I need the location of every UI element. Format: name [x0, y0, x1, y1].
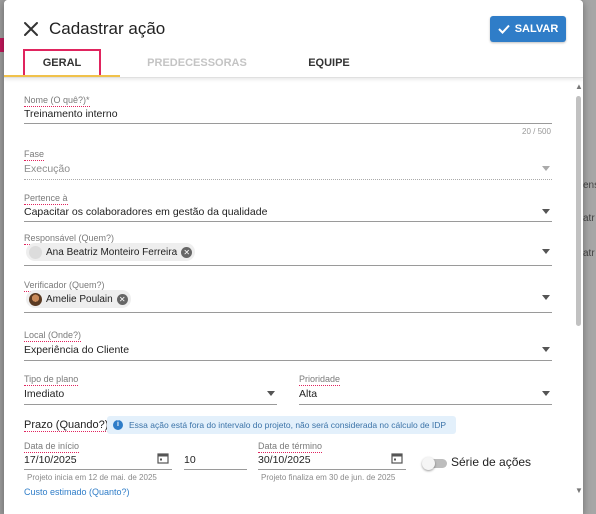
responsavel-chip[interactable]: Ana Beatriz Monteiro Ferreira ✕: [26, 243, 196, 261]
data-inicio-underline: [24, 469, 172, 470]
prioridade-select[interactable]: Alta: [299, 388, 317, 400]
nome-label: Nome (O quê?)*: [24, 95, 90, 107]
pertence-dropdown-icon[interactable]: [542, 209, 550, 214]
data-termino-underline: [258, 469, 406, 470]
remove-chip-icon[interactable]: ✕: [181, 246, 193, 258]
pertence-label: Pertence à: [24, 193, 68, 205]
remove-chip-icon[interactable]: ✕: [116, 293, 128, 305]
avatar: [29, 292, 42, 306]
tab-geral-label: GERAL: [22, 49, 102, 77]
check-icon: [497, 24, 510, 34]
verificador-dropdown-icon[interactable]: [542, 295, 550, 300]
info-icon: i: [113, 420, 123, 430]
tipo-plano-select[interactable]: Imediato: [24, 388, 64, 400]
serie-acoes-toggle[interactable]: [422, 457, 448, 470]
data-termino-label: Data de término: [258, 441, 323, 453]
avatar: [29, 245, 42, 259]
fase-label: Fase: [24, 149, 45, 161]
background-text: ensa: [583, 180, 596, 191]
tipo-plano-label: Tipo de plano: [24, 374, 79, 386]
responsavel-label: Responsável (Quem?): [24, 233, 115, 245]
calendar-icon[interactable]: [391, 452, 403, 464]
form-body: Nome (O quê?)* Treinamento interno 20 / …: [4, 78, 583, 514]
save-button-label: SALVAR: [514, 23, 559, 35]
nome-underline: [24, 123, 552, 124]
prazo-info-text: Essa ação está fora do intervalo do proj…: [129, 420, 447, 430]
custo-estimado-link[interactable]: Custo estimado (Quanto?): [24, 487, 130, 497]
prioridade-label: Prioridade: [299, 374, 341, 386]
scroll-up-icon[interactable]: ▲: [575, 82, 583, 91]
responsavel-chip-label: Ana Beatriz Monteiro Ferreira: [46, 246, 178, 258]
dialog-header: Cadastrar ação SALVAR GERAL PREDECESSORA…: [4, 0, 583, 78]
verificador-chip-label: Amelie Poulain: [46, 293, 113, 305]
background-text: atr: [583, 248, 595, 259]
fase-select[interactable]: Execução: [24, 163, 70, 175]
verificador-chip[interactable]: Amelie Poulain ✕: [26, 290, 131, 308]
fase-underline: [24, 179, 552, 180]
local-underline: [24, 360, 552, 361]
tab-active-indicator: [4, 75, 120, 77]
data-inicio-hint: Projeto inicia em 12 de mai. de 2025: [27, 473, 157, 482]
tipo-plano-underline: [24, 404, 277, 405]
calendar-icon[interactable]: [157, 452, 169, 464]
prioridade-underline: [299, 404, 552, 405]
data-inicio-label: Data de início: [24, 441, 80, 453]
prazo-info-banner: i Essa ação está fora do intervalo do pr…: [107, 416, 456, 434]
tab-geral[interactable]: GERAL: [4, 48, 120, 78]
scroll-down-icon[interactable]: ▼: [575, 486, 583, 495]
local-label: Local (Onde?): [24, 330, 82, 342]
cadastrar-acao-dialog: Cadastrar ação SALVAR GERAL PREDECESSORA…: [4, 0, 583, 514]
verificador-label: Verificador (Quem?): [24, 280, 105, 292]
serie-acoes-label: Série de ações: [451, 455, 532, 469]
data-termino-input[interactable]: 30/10/2025: [258, 454, 311, 466]
local-dropdown-icon[interactable]: [542, 347, 550, 352]
duracao-underline: [184, 469, 247, 470]
prioridade-dropdown-icon[interactable]: [542, 391, 550, 396]
pertence-underline: [24, 221, 552, 222]
close-icon[interactable]: [20, 18, 42, 40]
toggle-knob: [422, 457, 435, 470]
pertence-select[interactable]: Capacitar os colaboradores em gestão da …: [24, 206, 267, 218]
fase-dropdown-icon[interactable]: [542, 166, 550, 171]
responsavel-dropdown-icon[interactable]: [542, 249, 550, 254]
scrollbar[interactable]: ▲ ▼: [574, 78, 583, 514]
scrollbar-thumb[interactable]: [576, 96, 581, 326]
responsavel-underline: [24, 265, 552, 266]
dialog-title: Cadastrar ação: [49, 19, 166, 38]
local-select[interactable]: Experiência do Cliente: [24, 344, 129, 356]
tab-equipe[interactable]: EQUIPE: [274, 48, 384, 78]
tab-predecessoras[interactable]: PREDECESSORAS: [132, 48, 262, 78]
save-button[interactable]: SALVAR: [490, 16, 566, 42]
data-inicio-input[interactable]: 17/10/2025: [24, 454, 77, 466]
duracao-input[interactable]: 10: [184, 454, 196, 466]
verificador-underline: [24, 312, 552, 313]
data-termino-hint: Projeto finaliza em 30 de jun. de 2025: [261, 473, 396, 482]
nome-input[interactable]: Treinamento interno: [24, 108, 118, 120]
prazo-title: Prazo (Quando?): [24, 419, 109, 432]
nome-counter: 20 / 500: [522, 127, 551, 136]
tipo-plano-dropdown-icon[interactable]: [267, 391, 275, 396]
background-text: atr: [583, 213, 595, 224]
